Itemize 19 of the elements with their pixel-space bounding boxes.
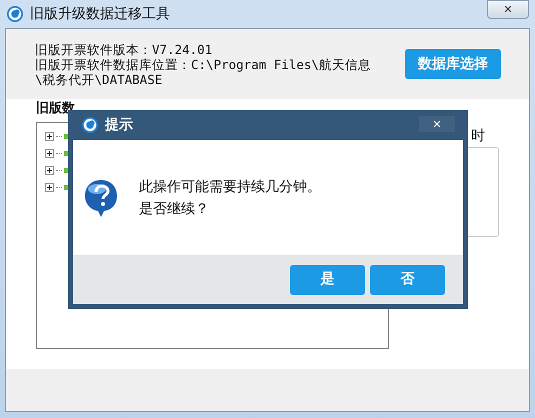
location-text: 旧版开票软件数据库位置：C:\Program Files\航天信息\税务代开\DATABASE: [35, 56, 372, 86]
dialog-question: 是否继续？: [139, 200, 210, 218]
version-text: 旧版开票软件版本：V7.24.01: [35, 42, 214, 56]
dialog-button[interactable]: 是: [290, 264, 365, 294]
close-button[interactable]: ✕: [487, 0, 529, 19]
dialog-button[interactable]: 否: [370, 264, 445, 294]
window-title: 旧版升级数据迁移工具: [30, 4, 170, 24]
expand-toggle[interactable]: [45, 149, 54, 158]
database-select-button[interactable]: 数据库选择: [405, 49, 501, 79]
dialog-message: 此操作可能需要持续几分钟。: [139, 178, 321, 196]
expand-toggle[interactable]: [45, 166, 54, 175]
dialog-close-button[interactable]: ✕: [419, 116, 455, 132]
app-logo-icon: [6, 5, 24, 23]
expand-toggle[interactable]: [45, 132, 54, 141]
dialog-title: 提示: [105, 116, 133, 134]
dialog-logo-icon: [81, 116, 99, 134]
side-label: 时: [471, 127, 486, 146]
question-icon: [83, 178, 119, 218]
expand-toggle[interactable]: [45, 183, 54, 192]
